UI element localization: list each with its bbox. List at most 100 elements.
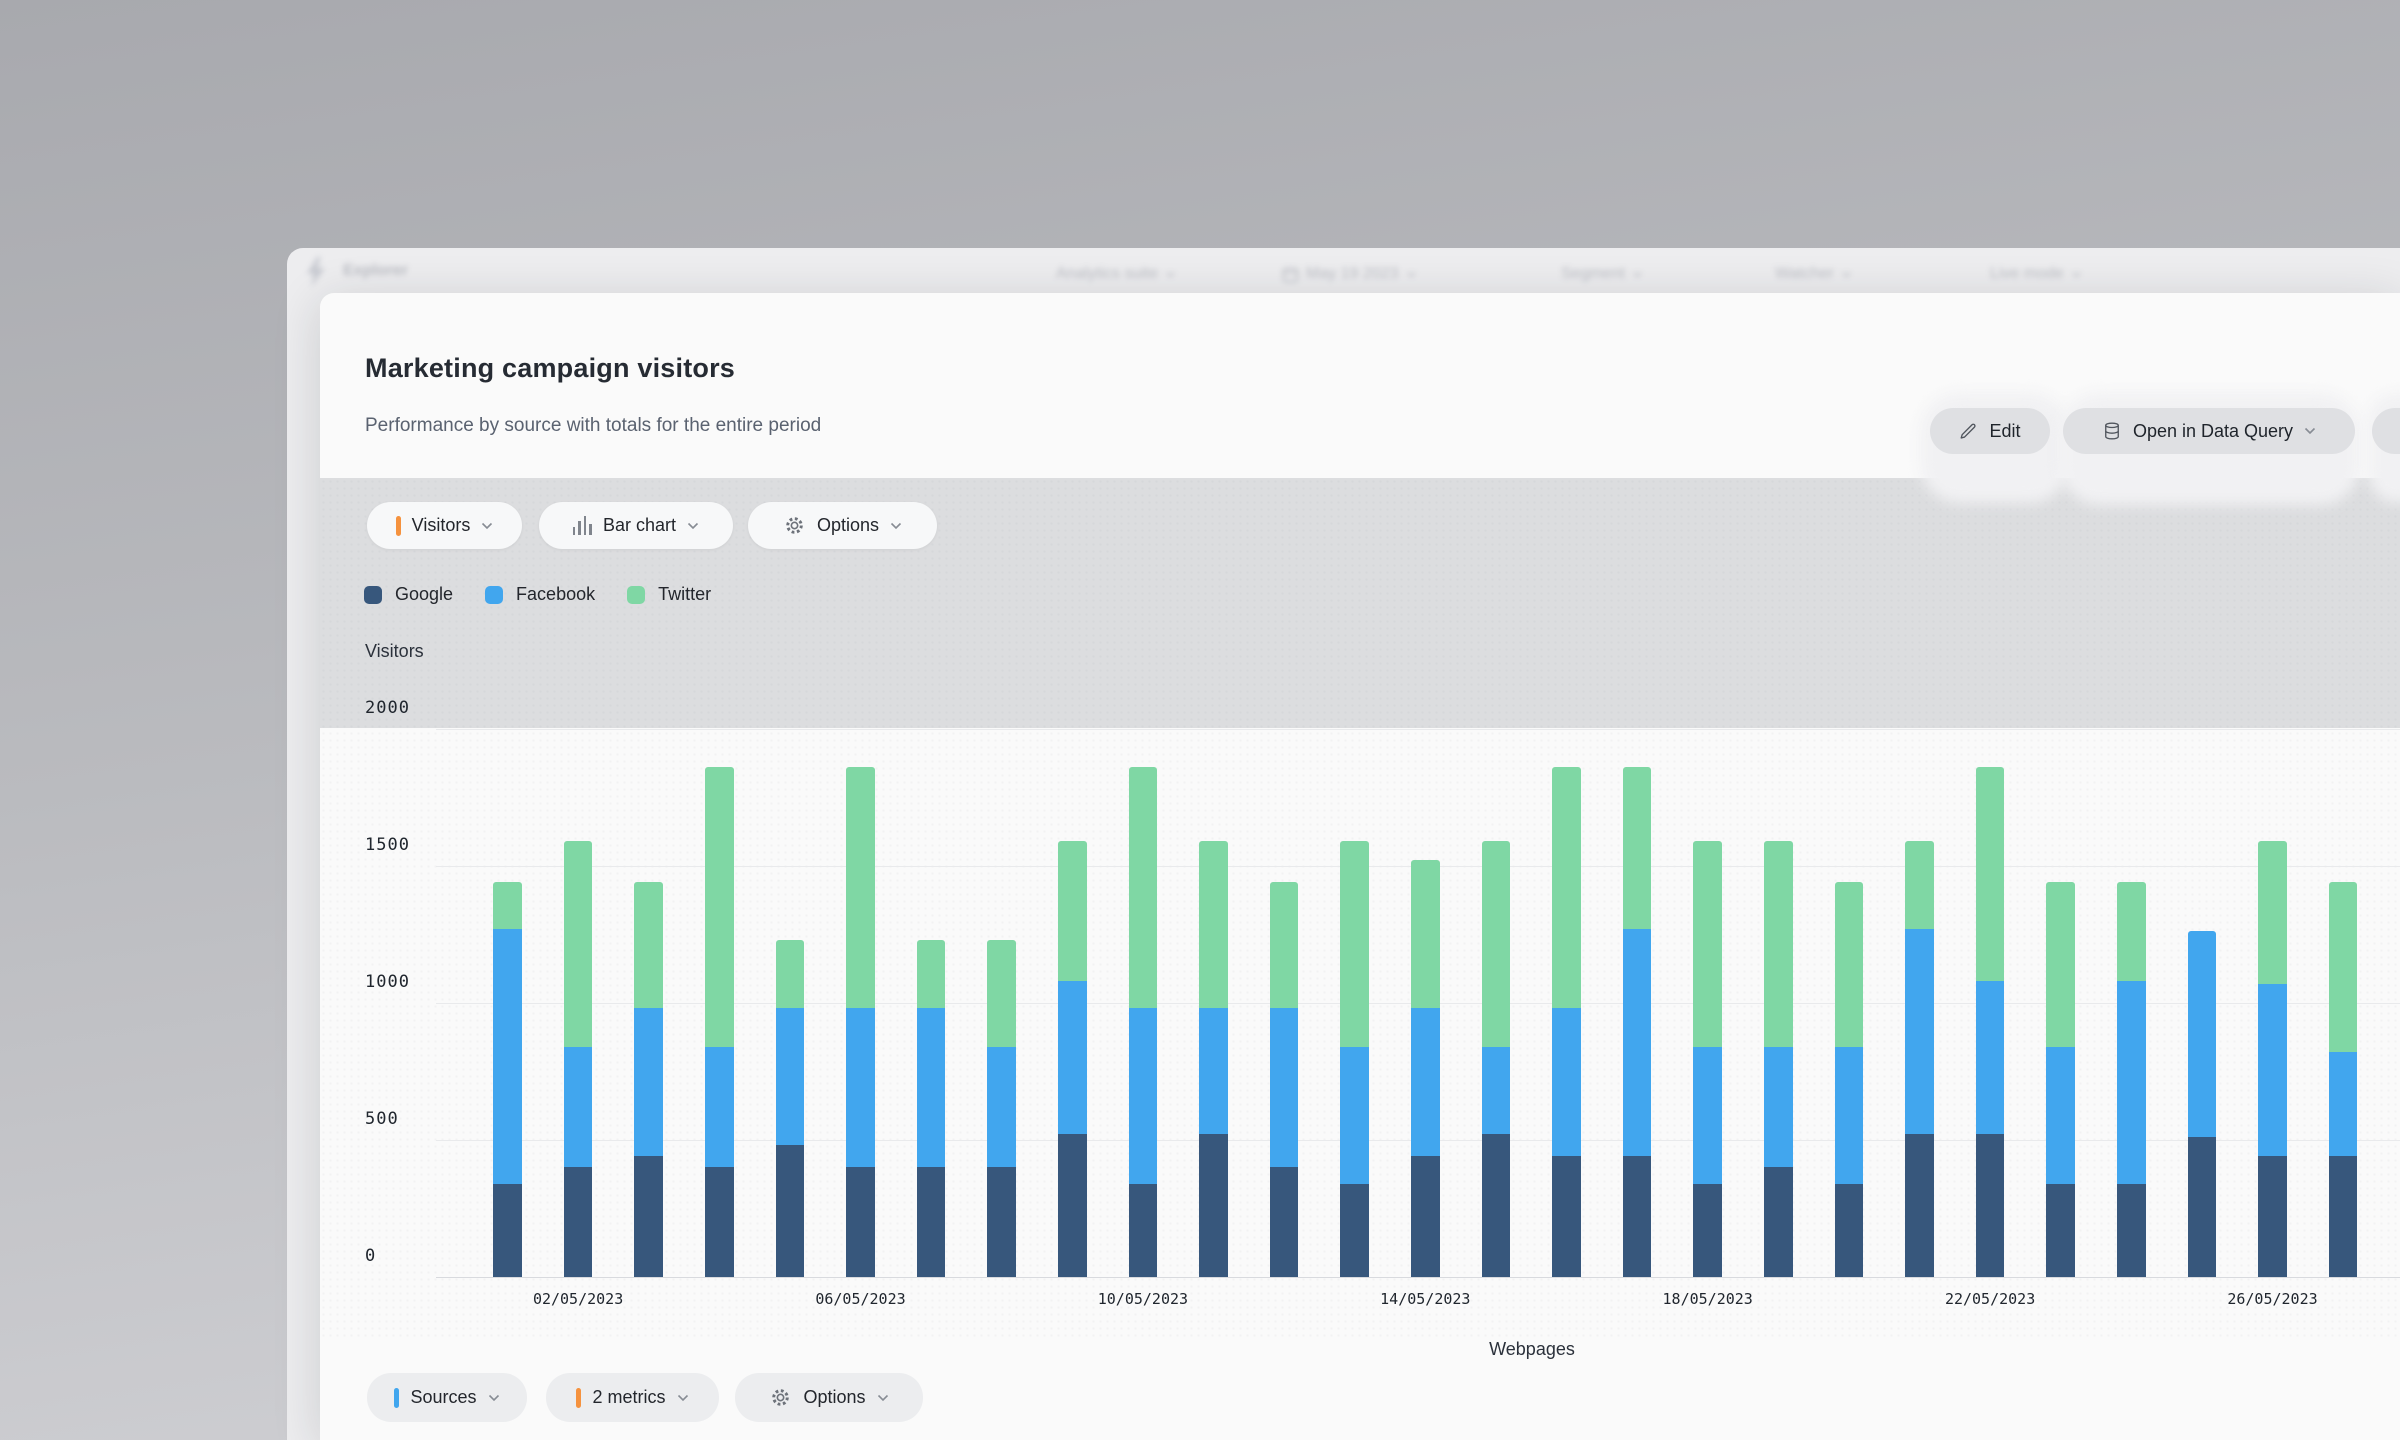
bar-26/05/2023[interactable] xyxy=(2258,841,2287,1277)
bar-segment-google xyxy=(705,1167,734,1277)
bar-segment-google xyxy=(2258,1156,2287,1277)
bar-23/05/2023[interactable] xyxy=(2046,882,2075,1277)
bar-segment-twitter xyxy=(846,767,875,1008)
bar-22/05/2023[interactable] xyxy=(1976,767,2005,1277)
bar-segment-google xyxy=(1270,1167,1299,1277)
x-tick-label: 14/05/2023 xyxy=(1350,1290,1500,1308)
bar-08/05/2023[interactable] xyxy=(987,940,1016,1277)
bar-segment-twitter xyxy=(2046,882,2075,1047)
bar-segment-facebook xyxy=(1552,1008,1581,1156)
bar-segment-google xyxy=(493,1184,522,1277)
bar-24/05/2023[interactable] xyxy=(2117,882,2146,1277)
chevron-down-icon xyxy=(2304,427,2316,435)
bar-segment-twitter xyxy=(1552,767,1581,1008)
bar-segment-twitter xyxy=(1623,767,1652,929)
bar-13/05/2023[interactable] xyxy=(1340,841,1369,1277)
bar-segment-google xyxy=(1693,1184,1722,1277)
bar-02/05/2023[interactable] xyxy=(564,841,593,1277)
bar-27/05/2023[interactable] xyxy=(2329,882,2358,1277)
options-dropdown-bottom[interactable]: Options xyxy=(735,1373,923,1422)
x-tick-label: 10/05/2023 xyxy=(1068,1290,1218,1308)
bar-segment-facebook xyxy=(2046,1047,2075,1184)
chevron-down-icon xyxy=(481,522,493,530)
pencil-icon xyxy=(1959,422,1978,441)
header-menu-watcher[interactable]: Watcher xyxy=(1775,262,1852,286)
bar-20/05/2023[interactable] xyxy=(1835,882,1864,1277)
chevron-down-icon xyxy=(677,1394,689,1402)
options-dropdown-top[interactable]: Options xyxy=(748,502,937,549)
gear-icon xyxy=(783,514,806,537)
bar-19/05/2023[interactable] xyxy=(1764,841,1793,1277)
app-window: Explorer Analytics suite May 19 2023 Seg… xyxy=(287,248,2400,1440)
bar-segment-twitter xyxy=(2258,841,2287,984)
bar-chart-icon xyxy=(573,516,592,535)
bar-segment-google xyxy=(1340,1184,1369,1277)
open-in-data-query-button[interactable]: Open in Data Query xyxy=(2063,408,2355,454)
chart-type-dropdown[interactable]: Bar chart xyxy=(539,502,733,549)
bar-segment-google xyxy=(1552,1156,1581,1277)
bar-21/05/2023[interactable] xyxy=(1905,841,1934,1277)
bar-06/05/2023[interactable] xyxy=(846,767,875,1277)
bar-segment-facebook xyxy=(564,1047,593,1168)
metric-dropdown[interactable]: Visitors xyxy=(367,502,522,549)
bar-12/05/2023[interactable] xyxy=(1270,882,1299,1277)
bar-01/05/2023[interactable] xyxy=(493,882,522,1277)
bar-segment-google xyxy=(1199,1134,1228,1277)
bar-segment-facebook xyxy=(2117,981,2146,1184)
bar-segment-twitter xyxy=(917,940,946,1009)
bar-segment-facebook xyxy=(1199,1008,1228,1134)
bar-segment-facebook xyxy=(1623,929,1652,1157)
app-logo-icon[interactable] xyxy=(303,256,329,293)
x-axis-title: Webpages xyxy=(1432,1339,1632,1360)
bar-segment-twitter xyxy=(776,940,805,1009)
bar-segment-twitter xyxy=(1976,767,2005,981)
bar-segment-twitter xyxy=(1764,841,1793,1047)
bar-segment-twitter xyxy=(2329,882,2358,1052)
legend-item-twitter[interactable]: Twitter xyxy=(627,584,711,605)
bar-segment-google xyxy=(1411,1156,1440,1277)
sources-dropdown[interactable]: Sources xyxy=(367,1373,527,1422)
bar-10/05/2023[interactable] xyxy=(1129,767,1158,1277)
header-menu-date[interactable]: May 19 2023 xyxy=(1282,262,1417,286)
bar-16/05/2023[interactable] xyxy=(1552,767,1581,1277)
bar-09/05/2023[interactable] xyxy=(1058,841,1087,1277)
bar-segment-facebook xyxy=(2329,1052,2358,1156)
bar-segment-twitter xyxy=(1199,841,1228,1008)
bar-15/05/2023[interactable] xyxy=(1482,841,1511,1277)
legend-swatch-facebook xyxy=(485,586,503,604)
header-menu-segment[interactable]: Segment xyxy=(1561,262,1643,286)
bar-segment-twitter xyxy=(1129,767,1158,1008)
bar-17/05/2023[interactable] xyxy=(1623,767,1652,1277)
header-menu-analytics-suite[interactable]: Analytics suite xyxy=(1056,262,1176,286)
x-tick-label: 26/05/2023 xyxy=(2198,1290,2348,1308)
x-tick-label: 22/05/2023 xyxy=(1915,1290,2065,1308)
bar-segment-facebook xyxy=(1905,929,1934,1135)
bar-03/05/2023[interactable] xyxy=(634,882,663,1277)
legend-item-google[interactable]: Google xyxy=(364,584,453,605)
bar-segment-twitter xyxy=(1058,841,1087,981)
bar-segment-google xyxy=(987,1167,1016,1277)
bar-segment-facebook xyxy=(1058,981,1087,1135)
bar-segment-google xyxy=(2329,1156,2358,1277)
x-tick-label: 06/05/2023 xyxy=(786,1290,936,1308)
bar-05/05/2023[interactable] xyxy=(776,940,805,1277)
bar-segment-google xyxy=(2046,1184,2075,1277)
metrics-dropdown[interactable]: 2 metrics xyxy=(546,1373,719,1422)
bar-segment-google xyxy=(1976,1134,2005,1277)
header-menu-live-mode[interactable]: Live mode xyxy=(1990,262,2082,286)
bar-segment-twitter xyxy=(1835,882,1864,1047)
bar-07/05/2023[interactable] xyxy=(917,940,946,1277)
bar-25/05/2023[interactable] xyxy=(2188,931,2217,1277)
bar-11/05/2023[interactable] xyxy=(1199,841,1228,1277)
bar-14/05/2023[interactable] xyxy=(1411,860,1440,1277)
database-icon xyxy=(2102,421,2122,441)
bar-04/05/2023[interactable] xyxy=(705,767,734,1277)
bar-18/05/2023[interactable] xyxy=(1693,841,1722,1277)
x-tick-label: 18/05/2023 xyxy=(1633,1290,1783,1308)
chevron-down-icon xyxy=(687,522,699,530)
bar-segment-facebook xyxy=(1482,1047,1511,1135)
legend-item-facebook[interactable]: Facebook xyxy=(485,584,595,605)
edit-button[interactable]: Edit xyxy=(1930,408,2050,454)
y-tick-label: 500 xyxy=(365,1109,399,1129)
bar-segment-twitter xyxy=(564,841,593,1047)
